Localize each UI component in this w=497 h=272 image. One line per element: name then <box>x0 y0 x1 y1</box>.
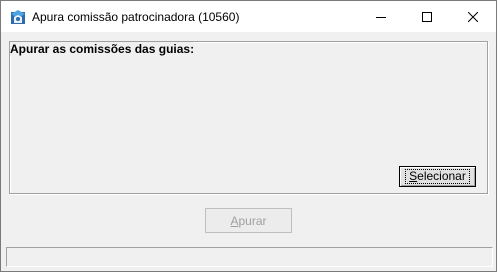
minimize-icon <box>376 16 386 18</box>
maximize-icon <box>422 11 432 22</box>
close-icon <box>468 11 478 22</box>
selecionar-label: Selecionar <box>405 169 470 184</box>
apurar-button[interactable]: Apurar <box>205 208 292 233</box>
minimize-button[interactable] <box>358 1 404 32</box>
group-label: Apurar as comissões das guias: <box>10 42 195 56</box>
apurar-label: Apurar <box>230 213 267 228</box>
app-icon <box>10 9 26 25</box>
maximize-button[interactable] <box>404 1 450 32</box>
title-bar[interactable]: Apura comissão patrocinadora (10560) <box>1 1 496 32</box>
window-title: Apura comissão patrocinadora (10560) <box>32 10 240 24</box>
main-window: Apura comissão patrocinadora (10560) Apu… <box>0 0 497 272</box>
selecionar-button[interactable]: Selecionar <box>399 166 476 187</box>
close-button[interactable] <box>450 1 496 32</box>
status-bar <box>6 247 493 267</box>
